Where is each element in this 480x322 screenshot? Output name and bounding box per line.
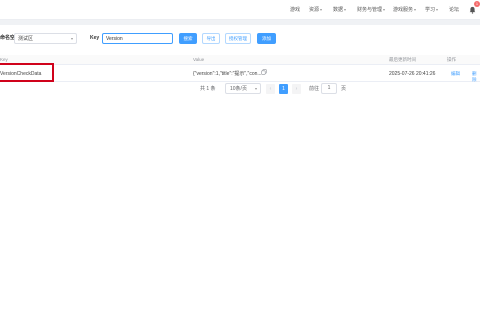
page-size-value: 10条/页 bbox=[230, 86, 247, 92]
page-size-select[interactable]: 10条/页 ▾ bbox=[225, 83, 261, 94]
nav-item-label: 资源 bbox=[309, 7, 320, 13]
namespace-value: 测试区 bbox=[18, 36, 34, 42]
goto-page-input[interactable]: 1 bbox=[321, 83, 337, 94]
nav-item-learn[interactable]: 学习▾ bbox=[425, 7, 438, 13]
key-label: Key bbox=[90, 35, 100, 41]
chevron-down-icon: ▾ bbox=[254, 86, 257, 91]
column-header-value: Value bbox=[193, 57, 205, 62]
highlight-box bbox=[0, 63, 54, 82]
chevron-down-icon: ▾ bbox=[383, 7, 386, 12]
export-button[interactable]: 导出 bbox=[202, 33, 220, 44]
column-header-actions: 操作 bbox=[447, 57, 456, 62]
key-search-input[interactable]: Version bbox=[102, 33, 173, 44]
namespace-select[interactable]: 测试区 ▾ bbox=[14, 33, 77, 44]
nav-item-game[interactable]: 游戏 bbox=[290, 7, 300, 13]
page-unit-label: 页 bbox=[341, 86, 347, 92]
row-value: {"version":1,"title":"提示","con... bbox=[193, 71, 262, 77]
nav-item-forum[interactable]: 论坛 bbox=[449, 7, 459, 13]
nav-item-data[interactable]: 数据▾ bbox=[333, 7, 346, 13]
pagination-total: 共 1 条 bbox=[200, 86, 216, 92]
nav-item-label: 数据 bbox=[333, 7, 344, 13]
chevron-down-icon: ▾ bbox=[414, 7, 417, 12]
top-navbar: 游戏 资源▾ 数据▾ 财务与管理▾ 游戏服务▾ 学习▾ 论坛 1 bbox=[0, 0, 480, 20]
nav-item-label: 论坛 bbox=[449, 7, 460, 13]
delete-link[interactable]: 删除 bbox=[472, 71, 480, 83]
nav-item-finance[interactable]: 财务与管理▾ bbox=[357, 7, 385, 13]
nav-item-label: 游戏服务 bbox=[393, 7, 414, 13]
table-row: VersionCheckData {"version":1,"title":"提… bbox=[0, 66, 480, 82]
add-button[interactable]: 添加 bbox=[257, 33, 276, 44]
prev-page-button[interactable]: ‹ bbox=[266, 84, 275, 94]
nav-item-label: 财务与管理 bbox=[357, 7, 383, 13]
goto-label: 前往 bbox=[309, 86, 320, 92]
nav-item-game-service[interactable]: 游戏服务▾ bbox=[393, 7, 416, 13]
chevron-down-icon: ▾ bbox=[436, 7, 439, 12]
chevron-down-icon: ▾ bbox=[320, 7, 323, 12]
next-page-button[interactable]: › bbox=[292, 84, 301, 94]
chevron-down-icon: ▾ bbox=[344, 7, 347, 12]
nav-item-label: 学习 bbox=[425, 7, 436, 13]
chevron-down-icon: ▾ bbox=[70, 36, 73, 41]
copy-icon[interactable] bbox=[261, 69, 267, 75]
nav-item-label: 游戏 bbox=[290, 7, 301, 13]
edit-link[interactable]: 编辑 bbox=[451, 71, 460, 77]
nav-item-resources[interactable]: 资源▾ bbox=[309, 7, 322, 13]
bell-icon[interactable] bbox=[469, 6, 476, 14]
row-updated: 2025-07-26 20:41:26 bbox=[389, 71, 436, 77]
search-button[interactable]: 搜索 bbox=[179, 33, 197, 44]
table-header: Key Value 最后更新时间 操作 bbox=[0, 55, 480, 65]
column-header-updated: 最后更新时间 bbox=[389, 57, 416, 62]
key-input-value: Version bbox=[106, 36, 123, 42]
page-number-1[interactable]: 1 bbox=[279, 84, 288, 94]
notification-badge: 1 bbox=[474, 1, 480, 7]
permission-button[interactable]: 授权管理 bbox=[225, 33, 251, 44]
